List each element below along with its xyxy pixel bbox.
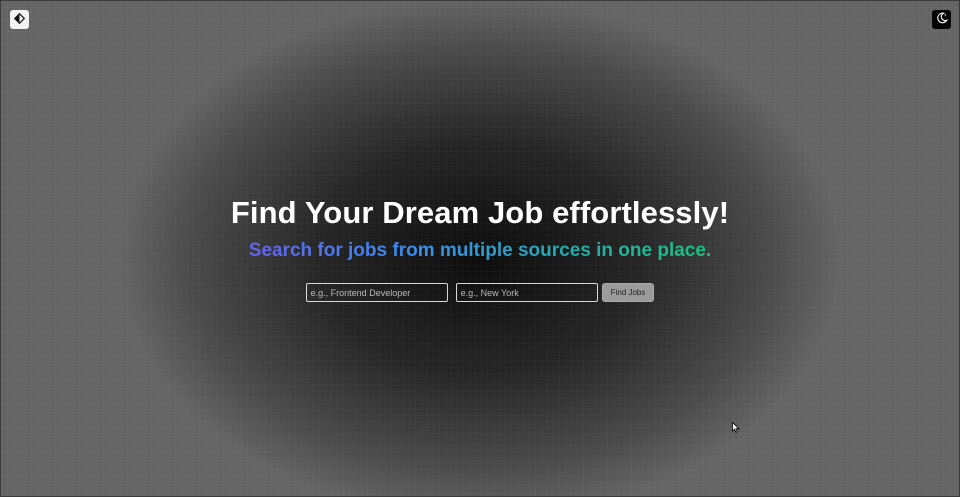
location-input[interactable] <box>455 283 598 302</box>
search-form: Find Jobs <box>1 283 959 302</box>
job-title-input[interactable] <box>305 283 448 302</box>
app-window: Find Your Dream Job effortlessly! Search… <box>0 0 960 497</box>
moon-icon <box>936 11 948 29</box>
find-jobs-button[interactable]: Find Jobs <box>601 283 655 302</box>
mouse-cursor-icon <box>732 420 740 433</box>
contrast-icon <box>13 11 26 29</box>
hero-title: Find Your Dream Job effortlessly! <box>230 195 730 230</box>
hero-section: Find Your Dream Job effortlessly! Search… <box>1 194 959 263</box>
hero-subtitle: Search for jobs from multiple sources in… <box>248 240 712 261</box>
contrast-toggle-button[interactable] <box>10 10 29 29</box>
theme-toggle-button[interactable] <box>932 10 951 29</box>
